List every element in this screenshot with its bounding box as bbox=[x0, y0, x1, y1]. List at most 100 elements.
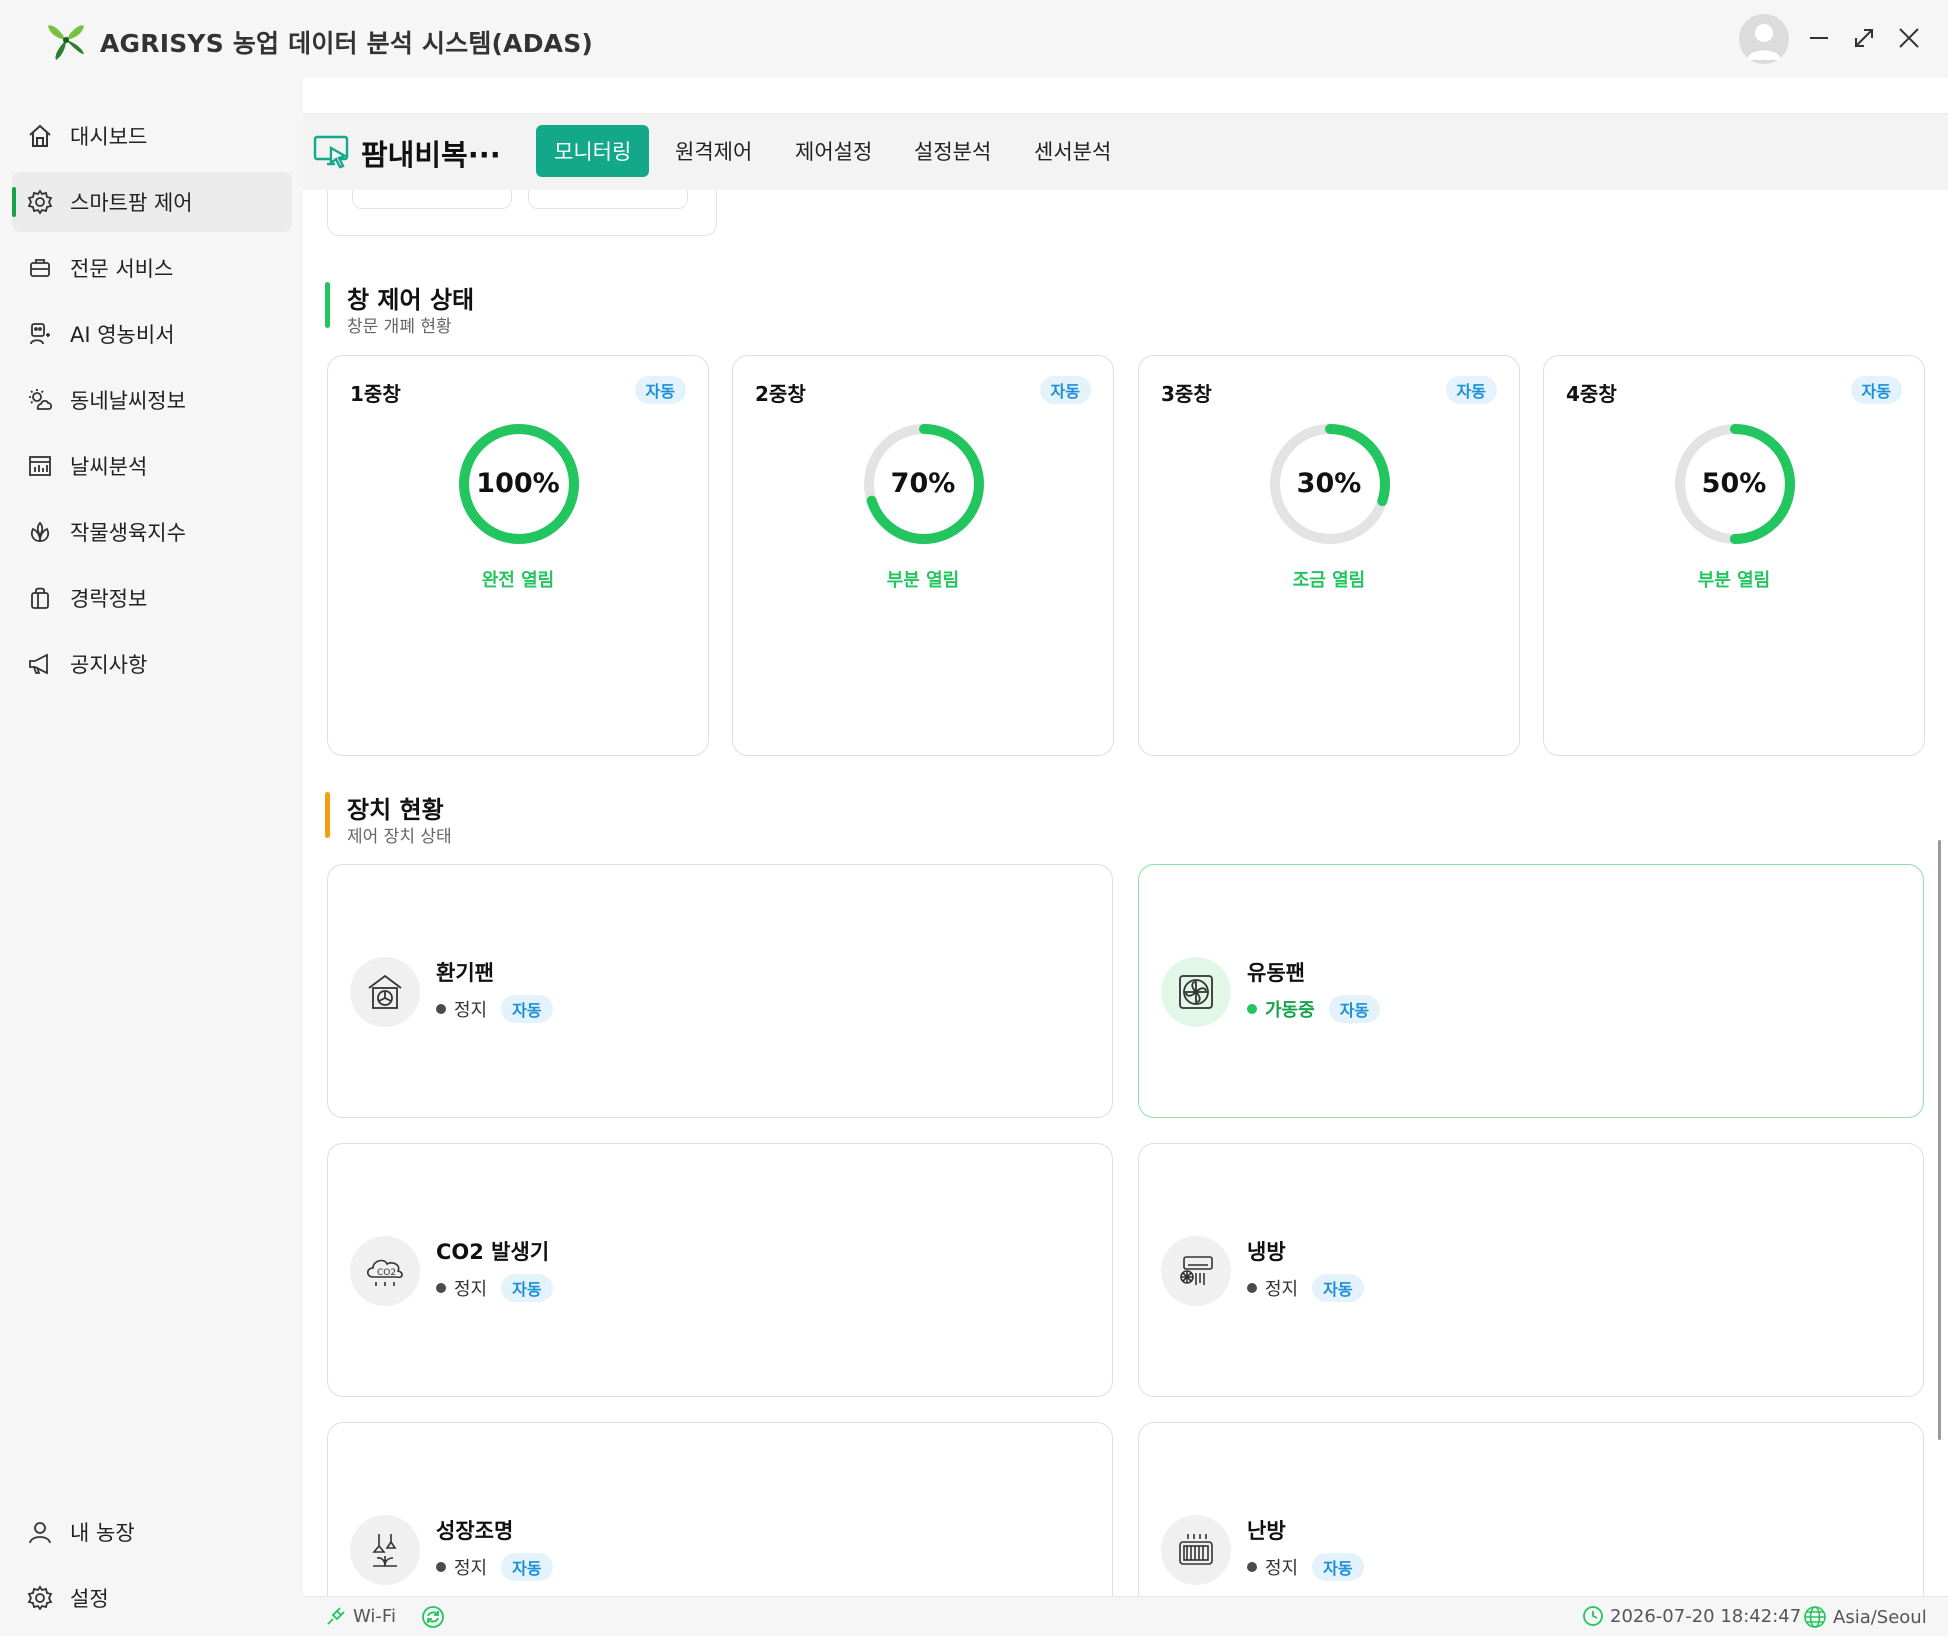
refresh-icon bbox=[422, 1606, 444, 1628]
window-name: 2중창 bbox=[755, 382, 806, 406]
sidebar-item-label: 경락정보 bbox=[70, 587, 148, 611]
device-card[interactable]: 환기팬 정지 자동 bbox=[327, 864, 1113, 1118]
window-name: 1중창 bbox=[350, 382, 401, 406]
device-card[interactable]: CO2 CO2 발생기 정지 자동 bbox=[327, 1143, 1113, 1397]
content-area: 창 제어 상태 창문 개폐 현황 1중창 자동 100% 완전 열림 2중창 자… bbox=[303, 190, 1948, 1596]
sidebar-item-label: 설정 bbox=[70, 1587, 109, 1611]
sidebar-item-label: AI 영농비서 bbox=[70, 323, 175, 347]
status-dot bbox=[1247, 1004, 1257, 1014]
device-status: 정지 자동 bbox=[436, 1274, 553, 1302]
close-icon bbox=[1899, 28, 1919, 48]
mode-badge: 자동 bbox=[501, 995, 553, 1023]
refresh-button[interactable] bbox=[421, 1605, 445, 1629]
open-state: 완전 열림 bbox=[481, 570, 555, 591]
plant-icon bbox=[26, 518, 54, 546]
minimize-button[interactable] bbox=[1801, 20, 1837, 56]
bag-icon bbox=[26, 584, 54, 612]
status-text: 가동중 bbox=[1265, 1000, 1315, 1021]
main-top-strip bbox=[303, 78, 1948, 114]
window-card[interactable]: 4중창 자동 50% 부분 열림 bbox=[1543, 355, 1925, 756]
sidebar: 대시보드 스마트팜 제어 전문 서비스 AI 영농비서 동네날씨정보 날씨분석 bbox=[0, 78, 303, 1636]
sidebar-item-label: 공지사항 bbox=[70, 653, 148, 677]
circulation-fan-icon bbox=[1161, 957, 1231, 1027]
mode-badge: 자동 bbox=[1039, 376, 1091, 404]
sidebar-item-expert-service[interactable]: 전문 서비스 bbox=[12, 238, 292, 298]
status-text: 정지 bbox=[454, 1000, 488, 1021]
sidebar-item-settings[interactable]: 설정 bbox=[12, 1568, 292, 1628]
device-card[interactable]: 성장조명 정지 자동 bbox=[327, 1422, 1113, 1596]
device-status: 정지 자동 bbox=[1247, 1274, 1364, 1302]
sidebar-item-ai-assistant[interactable]: AI 영농비서 bbox=[12, 304, 292, 364]
device-name: 환기팬 bbox=[436, 961, 494, 985]
window-card[interactable]: 1중창 자동 100% 완전 열림 bbox=[327, 355, 709, 756]
minimize-icon bbox=[1810, 37, 1828, 39]
user-avatar[interactable] bbox=[1739, 14, 1789, 64]
section-title: 창 제어 상태 bbox=[347, 286, 475, 314]
exhaust-fan-icon bbox=[350, 957, 420, 1027]
co2-generator-icon: CO2 bbox=[350, 1236, 420, 1306]
clock-icon bbox=[1583, 1606, 1603, 1626]
sidebar-item-notice[interactable]: 공지사항 bbox=[12, 634, 292, 694]
device-status: 정지 자동 bbox=[436, 995, 553, 1023]
mode-badge: 자동 bbox=[501, 1274, 553, 1302]
partial-card-item bbox=[352, 190, 512, 209]
status-text: 정지 bbox=[454, 1558, 488, 1579]
maximize-button[interactable] bbox=[1846, 20, 1882, 56]
status-dot bbox=[1247, 1283, 1257, 1293]
device-card[interactable]: 냉방 정지 자동 bbox=[1138, 1143, 1924, 1397]
device-card[interactable]: 난방 정지 자동 bbox=[1138, 1422, 1924, 1596]
sidebar-item-label: 전문 서비스 bbox=[70, 257, 174, 281]
mode-badge: 자동 bbox=[1328, 995, 1381, 1023]
close-button[interactable] bbox=[1891, 20, 1927, 56]
grow-light-icon bbox=[350, 1515, 420, 1585]
avatar-icon bbox=[1747, 24, 1781, 60]
home-icon bbox=[26, 122, 54, 150]
sidebar-item-local-weather[interactable]: 동네날씨정보 bbox=[12, 370, 292, 430]
section-accent-bar bbox=[325, 792, 330, 838]
expand-icon bbox=[1855, 29, 1873, 47]
datetime-text: 2026-07-20 18:42:47 bbox=[1610, 1605, 1802, 1627]
timezone-display: Asia/Seoul bbox=[1803, 1605, 1927, 1629]
briefcase-icon bbox=[26, 254, 54, 282]
tab-control-settings[interactable]: 제어설정 bbox=[777, 125, 890, 177]
sidebar-item-label: 내 농장 bbox=[70, 1521, 135, 1545]
plug-icon bbox=[327, 1607, 345, 1625]
device-card[interactable]: 유동팬 가동중 자동 bbox=[1138, 864, 1924, 1118]
sidebar-item-smartfarm-control[interactable]: 스마트팜 제어 bbox=[12, 172, 292, 232]
weather-icon bbox=[26, 386, 54, 414]
status-bar: Wi-Fi 2026-07-20 18:42:47 Asia/Seoul bbox=[303, 1596, 1948, 1636]
datetime-display: 2026-07-20 18:42:47 bbox=[1582, 1605, 1801, 1627]
window-card[interactable]: 2중창 자동 70% 부분 열림 bbox=[732, 355, 1114, 756]
window-name: 3중창 bbox=[1161, 382, 1212, 406]
status-dot bbox=[1247, 1562, 1257, 1572]
sidebar-item-label: 동네날씨정보 bbox=[70, 389, 186, 413]
network-label: Wi-Fi bbox=[353, 1605, 396, 1627]
device-status: 정지 자동 bbox=[436, 1553, 553, 1581]
tab-remote-control[interactable]: 원격제어 bbox=[657, 125, 770, 177]
agrisys-logo bbox=[48, 25, 84, 60]
tab-sensor-analysis[interactable]: 센서분석 bbox=[1016, 125, 1129, 177]
status-dot bbox=[436, 1562, 446, 1572]
open-state: 부분 열림 bbox=[886, 570, 960, 591]
tab-settings-analysis[interactable]: 설정분석 bbox=[896, 125, 1009, 177]
sidebar-item-my-farm[interactable]: 내 농장 bbox=[12, 1502, 292, 1562]
status-dot bbox=[436, 1283, 446, 1293]
open-state: 조금 열림 bbox=[1292, 570, 1366, 591]
sidebar-item-weather-analysis[interactable]: 날씨분석 bbox=[12, 436, 292, 496]
gear-icon bbox=[26, 188, 54, 216]
user-icon bbox=[26, 1518, 54, 1546]
device-name: CO2 발생기 bbox=[436, 1240, 550, 1264]
scrollbar[interactable] bbox=[1938, 840, 1941, 1440]
sidebar-item-auction-info[interactable]: 경락정보 bbox=[12, 568, 292, 628]
sidebar-item-label: 날씨분석 bbox=[70, 455, 148, 479]
device-name: 난방 bbox=[1247, 1519, 1286, 1543]
window-card[interactable]: 3중창 자동 30% 조금 열림 bbox=[1138, 355, 1520, 756]
sidebar-item-crop-growth-index[interactable]: 작물생육지수 bbox=[12, 502, 292, 562]
sidebar-item-dashboard[interactable]: 대시보드 bbox=[12, 106, 292, 166]
heater-icon bbox=[1161, 1515, 1231, 1585]
settings-icon bbox=[26, 1584, 54, 1612]
chart-icon bbox=[26, 452, 54, 480]
device-name: 유동팬 bbox=[1247, 961, 1305, 985]
mode-badge: 자동 bbox=[1312, 1553, 1364, 1581]
tab-monitoring[interactable]: 모니터링 bbox=[536, 125, 650, 177]
